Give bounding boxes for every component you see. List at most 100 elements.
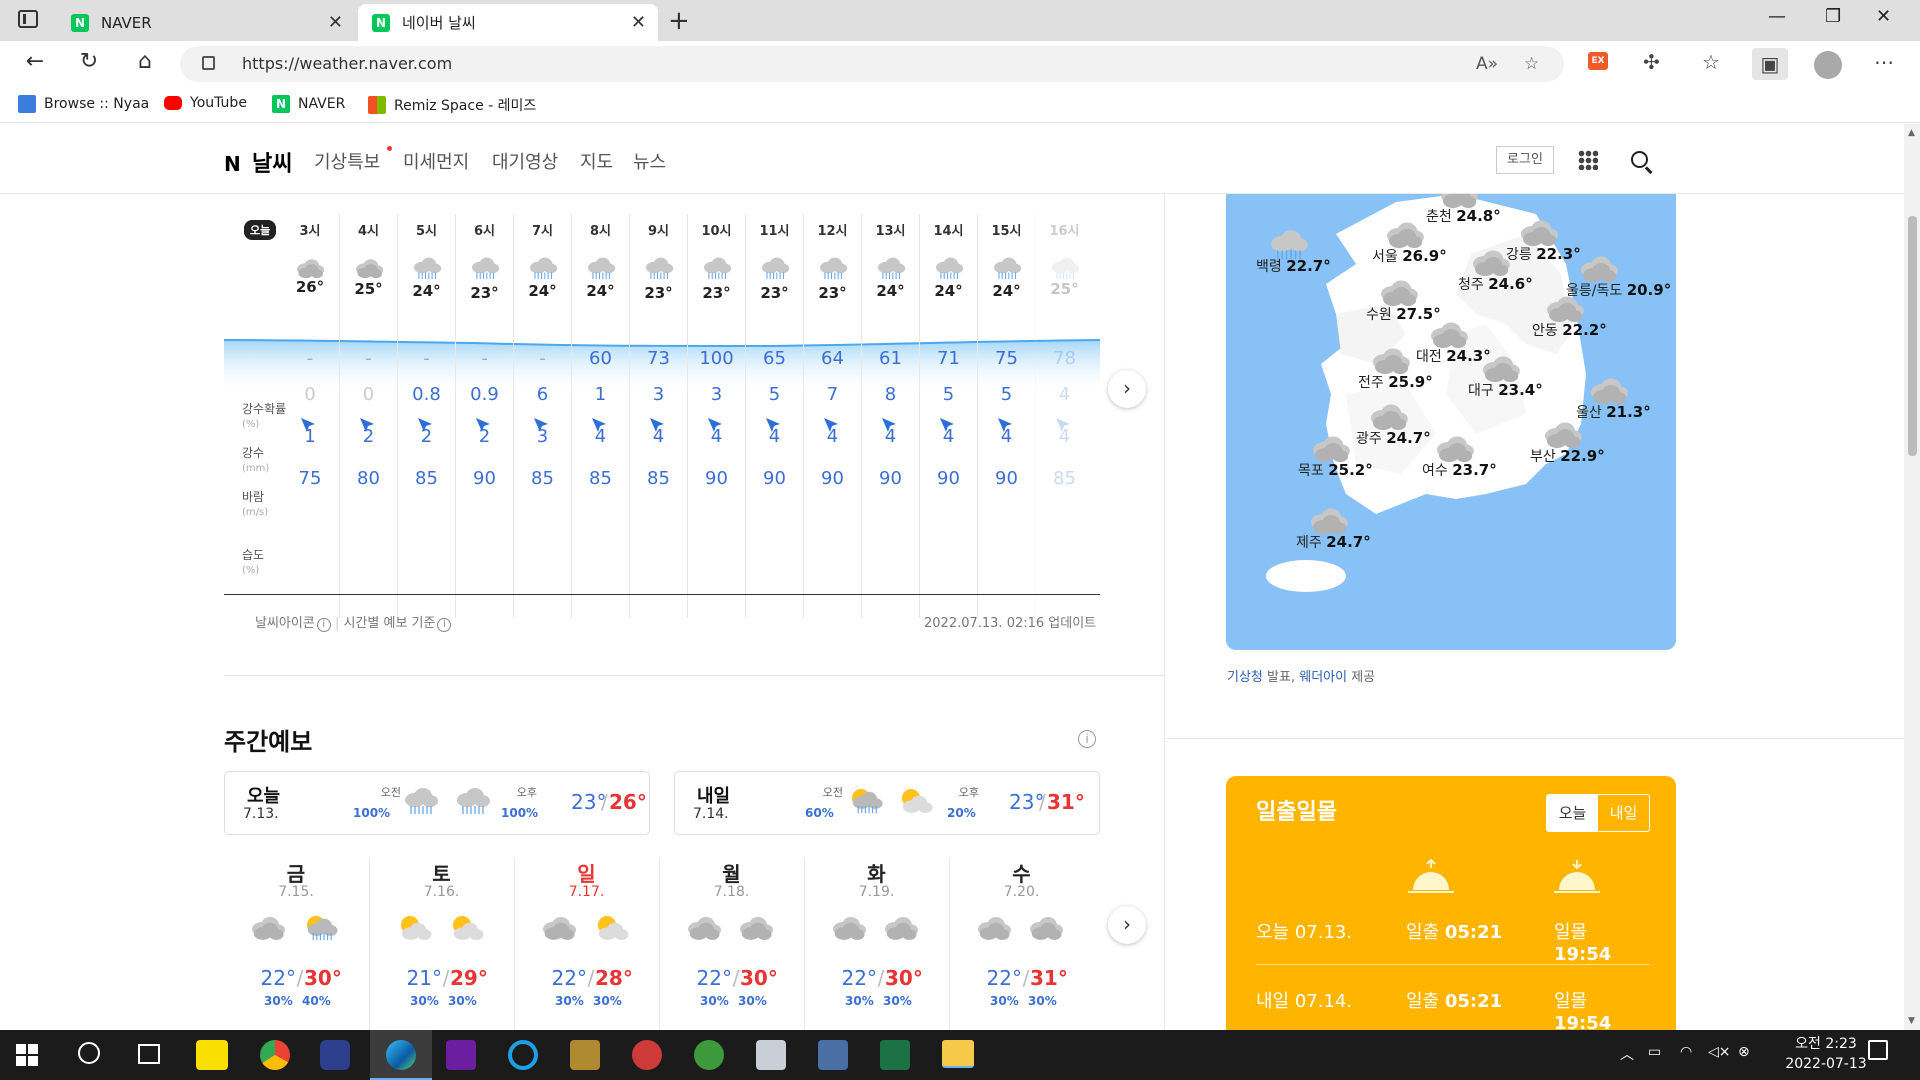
- map-city-temp[interactable]: 부산 22.9°: [1530, 446, 1605, 466]
- close-window-icon[interactable]: ✕: [1876, 6, 1891, 27]
- minimize-icon[interactable]: —: [1768, 6, 1786, 27]
- toggle-today[interactable]: 오늘: [1547, 795, 1598, 831]
- login-button[interactable]: 로그인: [1496, 146, 1554, 174]
- weekly-card-tomorrow[interactable]: 내일 7.14. 오전 60% 오후 20% 23° / 31°: [674, 771, 1100, 835]
- task-view-icon[interactable]: [138, 1044, 160, 1064]
- menu-special-report[interactable]: 기상특보: [314, 148, 380, 174]
- lock-icon[interactable]: [202, 56, 215, 70]
- umbrella-app-icon[interactable]: [632, 1040, 662, 1070]
- menu-satellite[interactable]: 대기영상: [492, 148, 558, 174]
- home-icon[interactable]: ⌂: [130, 49, 160, 74]
- battery-icon[interactable]: ▭: [1648, 1044, 1661, 1060]
- app-i-icon[interactable]: [446, 1040, 476, 1070]
- menu-fine-dust[interactable]: 미세먼지: [403, 148, 469, 174]
- extensions-puzzle-icon[interactable]: ✣: [1643, 50, 1660, 74]
- info-icon[interactable]: i: [437, 618, 452, 632]
- apps-grid-icon[interactable]: [1578, 150, 1598, 170]
- bookmark-naver[interactable]: N NAVER: [272, 95, 345, 113]
- map-city-temp[interactable]: 목포 25.2°: [1298, 460, 1373, 480]
- naver-logo[interactable]: N: [224, 152, 241, 176]
- menu-map[interactable]: 지도: [580, 148, 613, 174]
- bookmark-youtube[interactable]: YouTube: [164, 95, 247, 111]
- bookmark-nyaa[interactable]: Browse :: Nyaa: [18, 95, 149, 113]
- map-city-temp[interactable]: 청주 24.6°: [1458, 274, 1533, 294]
- map-city-temp[interactable]: 광주 24.7°: [1356, 428, 1431, 448]
- bookmark-remiz[interactable]: Remiz Space - 레미즈: [368, 95, 536, 115]
- map-city-temp[interactable]: 백령 22.7°: [1256, 256, 1331, 276]
- kma-link[interactable]: 기상청: [1227, 670, 1263, 685]
- read-aloud-icon[interactable]: A»: [1476, 54, 1498, 74]
- volume-muted-icon[interactable]: ◁×: [1708, 1044, 1731, 1060]
- info-icon[interactable]: i: [316, 618, 331, 632]
- restore-icon[interactable]: ❐: [1825, 6, 1841, 27]
- back-icon[interactable]: ←: [20, 49, 50, 74]
- toggle-tomorrow[interactable]: 내일: [1598, 795, 1649, 831]
- favorite-star-icon[interactable]: ☆: [1524, 54, 1539, 74]
- disk-app-icon[interactable]: [756, 1040, 786, 1070]
- close-tab-icon[interactable]: ✕: [631, 12, 646, 33]
- favorites-icon[interactable]: ☆: [1702, 50, 1720, 74]
- info-icon[interactable]: i: [1078, 730, 1096, 748]
- weekly-day-column[interactable]: 화 7.19. 22°/30° 30% 30%: [804, 858, 948, 1038]
- map-city-temp[interactable]: 울산 21.3°: [1576, 402, 1651, 422]
- tab-actions-icon[interactable]: [18, 10, 38, 28]
- map-city-temp[interactable]: 대구 23.4°: [1468, 380, 1543, 400]
- search-icon[interactable]: [1631, 151, 1648, 168]
- weather-logo-text[interactable]: 날씨: [252, 146, 292, 178]
- page-scrollbar[interactable]: ▲ ▼: [1904, 124, 1920, 1030]
- tab-naver-weather[interactable]: N 네이버 날씨 ✕: [358, 4, 658, 41]
- action-center-icon[interactable]: [1868, 1040, 1888, 1060]
- notification-off-icon[interactable]: ⊗: [1738, 1044, 1750, 1060]
- city-name: 대전: [1416, 349, 1447, 365]
- weekly-day-column[interactable]: 금 7.15. 22°/30° 30% 40%: [224, 858, 368, 1038]
- map-city-temp[interactable]: 서울 26.9°: [1372, 246, 1447, 266]
- map-city-temp[interactable]: 안동 22.2°: [1532, 320, 1607, 340]
- weekly-day-column[interactable]: 월 7.18. 22°/30° 30% 30%: [659, 858, 803, 1038]
- scroll-thumb[interactable]: [1908, 216, 1917, 456]
- address-bar[interactable]: https://weather.naver.com A» ☆: [180, 46, 1564, 82]
- map-city-temp[interactable]: 전주 25.9°: [1358, 372, 1433, 392]
- taskbar-clock[interactable]: 오전 2:23 2022-07-13: [1770, 1034, 1882, 1074]
- tab-naver[interactable]: N NAVER ✕: [57, 4, 355, 41]
- wifi-icon[interactable]: ◠: [1680, 1044, 1692, 1060]
- weekly-day-column[interactable]: 수 7.20. 22°/31° 30% 30%: [949, 858, 1093, 1038]
- tray-expand-icon[interactable]: ︿: [1620, 1044, 1634, 1064]
- magic-wand-icon[interactable]: [570, 1040, 600, 1070]
- hour-temp: 26°: [295, 278, 325, 296]
- weekly-day-column[interactable]: 일 7.17. 22°/28° 30% 30%: [514, 858, 658, 1038]
- profile-avatar[interactable]: [1814, 51, 1842, 79]
- icon-help-link[interactable]: 날씨아이콘 i | 시간별 예보 기준 i: [255, 612, 452, 632]
- close-tab-icon[interactable]: ✕: [328, 12, 343, 33]
- weekly-card-today[interactable]: 오늘 7.13. 오전 100% 오후 100% 23° / 26°: [224, 771, 650, 835]
- chrome-icon[interactable]: [260, 1040, 290, 1070]
- weatheri-link[interactable]: 웨더아이: [1299, 670, 1347, 685]
- excel-icon[interactable]: [880, 1040, 910, 1070]
- search-icon[interactable]: [78, 1042, 100, 1064]
- kakaotalk-icon[interactable]: [196, 1040, 228, 1070]
- weekly-next-button[interactable]: ›: [1108, 906, 1146, 944]
- new-tab-button[interactable]: +: [668, 6, 690, 36]
- url-text[interactable]: https://weather.naver.com: [242, 54, 452, 73]
- scroll-up-icon[interactable]: ▲: [1908, 128, 1915, 138]
- globe-app-icon[interactable]: [694, 1040, 724, 1070]
- map-city-temp[interactable]: 여수 23.7°: [1422, 460, 1497, 480]
- map-city-temp[interactable]: 강릉 22.3°: [1506, 244, 1581, 264]
- hourly-next-button[interactable]: ›: [1108, 370, 1146, 408]
- weekly-day-column[interactable]: 토 7.16. 21°/29° 30% 30%: [369, 858, 513, 1038]
- winrar-icon[interactable]: [818, 1040, 848, 1070]
- edge-taskbar-button[interactable]: [370, 1030, 432, 1080]
- https-app-icon[interactable]: [320, 1040, 350, 1070]
- wind-speed-value: 2: [362, 426, 375, 447]
- more-menu-icon[interactable]: ⋯: [1874, 50, 1894, 74]
- file-explorer-icon[interactable]: [942, 1040, 974, 1068]
- collections-icon[interactable]: ▣: [1752, 48, 1788, 80]
- windows-start-icon[interactable]: [16, 1044, 38, 1066]
- scroll-down-icon[interactable]: ▼: [1908, 1016, 1915, 1026]
- internet-explorer-icon[interactable]: [508, 1040, 538, 1070]
- menu-news[interactable]: 뉴스: [633, 148, 666, 174]
- refresh-icon[interactable]: ↻: [74, 49, 104, 74]
- extension-ex-icon[interactable]: EX: [1588, 52, 1608, 70]
- map-city-temp[interactable]: 제주 24.7°: [1296, 532, 1371, 552]
- weather-map[interactable]: 춘천 24.8° 백령 22.7° 서울 26.9° 강릉 22.3° 청주 24.6°…: [1226, 194, 1676, 650]
- map-city-temp[interactable]: 춘천 24.8°: [1426, 206, 1501, 226]
